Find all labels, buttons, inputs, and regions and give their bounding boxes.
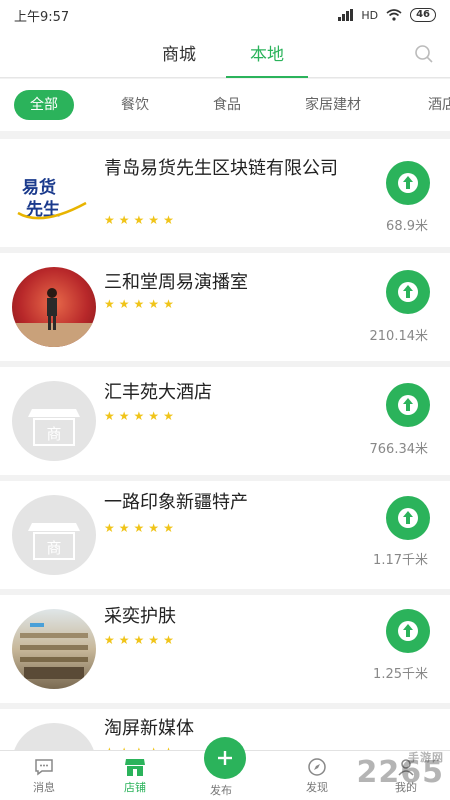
store-photo [12, 267, 96, 347]
status-indicators: HD 46 [338, 8, 436, 22]
plus-icon [218, 751, 232, 765]
nav-shop-label: 店铺 [124, 781, 146, 794]
nav-messages-label: 消息 [33, 781, 55, 794]
store-name: 汇丰苑大酒店 [104, 382, 212, 403]
category-all[interactable]: 全部 [14, 90, 74, 120]
store-card[interactable]: 三和堂周易演播室 ★ ★ ★ ★ ★ 210.14米 [0, 253, 450, 361]
nav-messages[interactable]: 消息 [14, 757, 74, 795]
direction-arrow-icon [398, 395, 418, 415]
navigate-button[interactable] [386, 383, 430, 427]
store-distance: 1.17千米 [373, 553, 428, 568]
direction-arrow-icon [398, 621, 418, 641]
svg-text:易货: 易货 [22, 177, 56, 198]
store-card[interactable]: 易货 先生 青岛易货先生区块链有限公司 ★ ★ ★ ★ ★ 68.9米 [0, 139, 450, 247]
rating-stars: ★★★★★ [104, 521, 174, 535]
status-time: 上午9:57 [14, 9, 70, 25]
store-distance: 210.14米 [369, 329, 429, 344]
wifi-icon [386, 9, 402, 21]
nav-discover-label: 发现 [306, 781, 328, 794]
tab-local[interactable]: 本地 [226, 40, 308, 78]
site-watermark: 2265 手游网 [357, 751, 445, 790]
placeholder-glyph: 商 [46, 425, 61, 443]
direction-arrow-icon [398, 508, 418, 528]
watermark-sub: 手游网 [408, 751, 444, 764]
store-name: 三和堂周易演播室 [104, 272, 248, 293]
tab-mall[interactable]: 商城 [162, 40, 196, 78]
store-name: 采奕护肤 [104, 606, 176, 627]
store-name: 一路印象新疆特产 [104, 492, 248, 513]
compass-icon [308, 758, 326, 776]
store-placeholder: 商 [12, 495, 96, 575]
navigate-button[interactable] [386, 270, 430, 314]
rating-stars: ★★★★★ [104, 633, 174, 647]
store-card[interactable]: 采奕护肤 ★ ★ ★ ★ ★ 1.25千米 [0, 595, 450, 703]
rating-stars: ★★★★★ [104, 409, 174, 423]
shop-placeholder-icon: 商 [28, 523, 80, 560]
shop-placeholder-icon: 商 [28, 409, 80, 446]
store-photo [12, 609, 96, 689]
store-distance: 1.25千米 [373, 667, 428, 682]
navigate-button[interactable] [386, 161, 430, 205]
yihuo-logo-icon: 易货 先生 [17, 177, 87, 220]
nav-shop[interactable]: 店铺 [105, 757, 165, 795]
search-icon[interactable] [414, 44, 434, 64]
category-hotel[interactable]: 酒店 [428, 90, 450, 120]
store-card[interactable]: 商 汇丰苑大酒店 ★ ★ ★ ★ ★ 766.34米 [0, 367, 450, 475]
category-bar: 全部 餐饮 食品 家居建材 酒店 [0, 79, 450, 131]
rating-stars: ★★★★★ [104, 213, 174, 227]
direction-arrow-icon [398, 282, 418, 302]
store-card[interactable]: 商 一路印象新疆特产 ★ ★ ★ ★ ★ 1.17千米 [0, 481, 450, 589]
top-tab-bar: 商城 本地 [0, 30, 450, 78]
store-name: 淘屏新媒体 [104, 718, 194, 739]
store-name: 青岛易货先生区块链有限公司 [104, 158, 338, 179]
person-photo-icon [12, 288, 96, 347]
navigate-button[interactable] [386, 609, 430, 653]
navigate-button[interactable] [386, 496, 430, 540]
status-bar: 上午9:57 HD 46 [0, 0, 450, 30]
chat-bubble-icon [35, 759, 53, 776]
battery-icon: 46 [410, 8, 436, 22]
nav-publish-label: 发布 [210, 784, 232, 797]
category-food[interactable]: 食品 [213, 90, 241, 120]
shop-interior-icon [20, 623, 88, 679]
store-placeholder: 商 [12, 381, 96, 461]
store-distance: 766.34米 [369, 442, 429, 457]
direction-arrow-icon [398, 173, 418, 193]
category-food-drink[interactable]: 餐饮 [121, 90, 149, 120]
signal-icon [338, 9, 354, 21]
rating-stars: ★★★★★ [104, 297, 174, 311]
placeholder-glyph: 商 [46, 539, 61, 557]
store-icon [125, 759, 145, 776]
network-label: HD [361, 8, 379, 22]
nav-discover[interactable]: 发现 [287, 757, 347, 795]
category-home-building[interactable]: 家居建材 [305, 90, 361, 120]
bottom-nav: 消息 店铺 发布 发现 我的 2265 手游网 [0, 737, 450, 800]
publish-button[interactable] [204, 737, 246, 779]
store-logo: 易货 先生 [12, 153, 96, 233]
store-distance: 68.9米 [386, 219, 428, 234]
